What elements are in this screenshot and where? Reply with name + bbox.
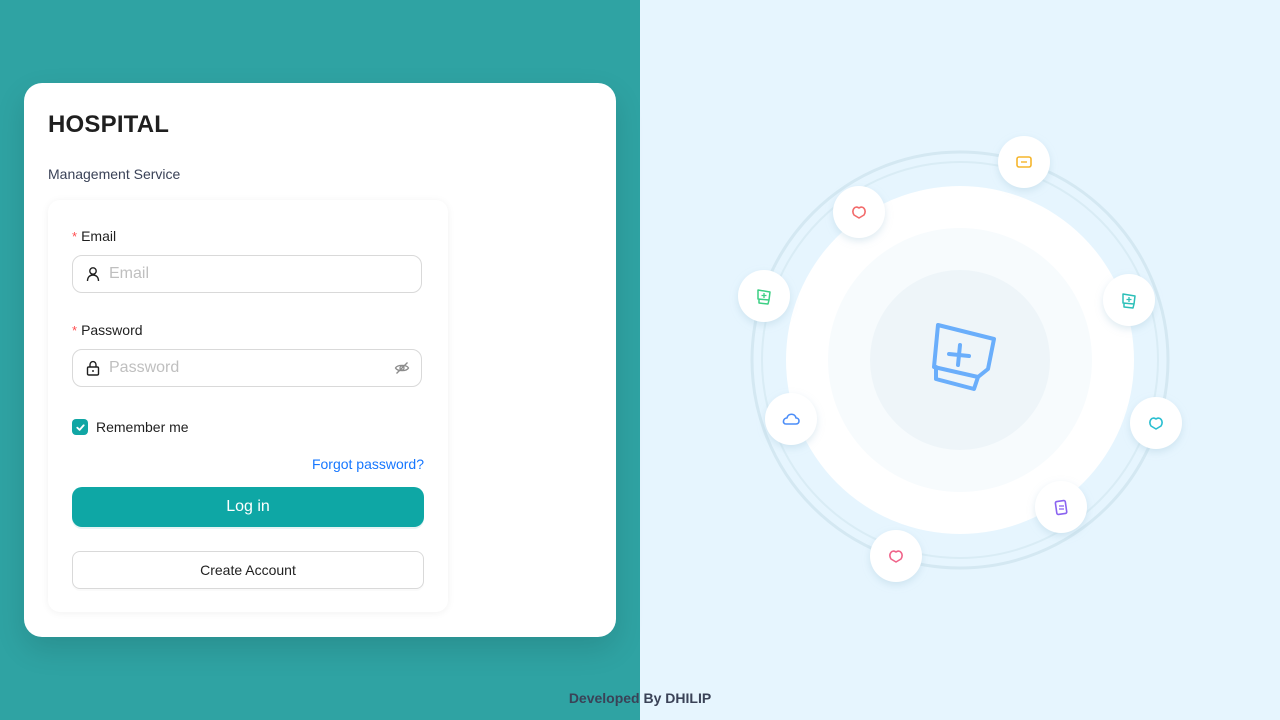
- email-label-text: Email: [81, 228, 117, 244]
- eye-invisible-icon[interactable]: [393, 359, 411, 377]
- footer-credit: Developed By DHILIP: [568, 690, 712, 706]
- password-input[interactable]: [109, 359, 393, 377]
- ticket-icon: [998, 136, 1050, 188]
- login-button[interactable]: Log in: [72, 487, 424, 527]
- app-title: HOSPITAL: [48, 111, 170, 138]
- remember-me-label: Remember me: [96, 419, 189, 435]
- heart-icon: [1130, 397, 1182, 449]
- lock-icon: [85, 360, 101, 376]
- forgot-password-link[interactable]: Forgot password?: [312, 456, 424, 472]
- user-icon: [85, 266, 101, 282]
- create-account-button[interactable]: Create Account: [72, 551, 424, 589]
- app-subtitle: Management Service: [48, 166, 181, 182]
- hospital-illustration: [738, 136, 1182, 582]
- report-icon: [1035, 481, 1087, 533]
- medicine-box-icon: [738, 270, 790, 322]
- login-card: HOSPITAL Management Service *Email *Pass…: [24, 83, 616, 637]
- heart-icon: [833, 186, 885, 238]
- required-mark: *: [72, 229, 78, 244]
- required-mark: *: [72, 323, 78, 338]
- heart-icon: [870, 530, 922, 582]
- password-label: * Password: [72, 322, 143, 338]
- right-panel: [640, 0, 1280, 720]
- email-input-wrapper[interactable]: [72, 255, 422, 293]
- check-icon[interactable]: [72, 419, 88, 435]
- remember-me-checkbox[interactable]: Remember me: [72, 419, 189, 435]
- password-input-wrapper[interactable]: [72, 349, 422, 387]
- medicine-box-icon: [1103, 274, 1155, 326]
- email-label: * Email: [72, 228, 116, 244]
- cloud-icon: [765, 393, 817, 445]
- password-label-text: Password: [81, 322, 143, 338]
- email-input[interactable]: [109, 265, 421, 283]
- login-form: *Email *Password: [48, 200, 448, 612]
